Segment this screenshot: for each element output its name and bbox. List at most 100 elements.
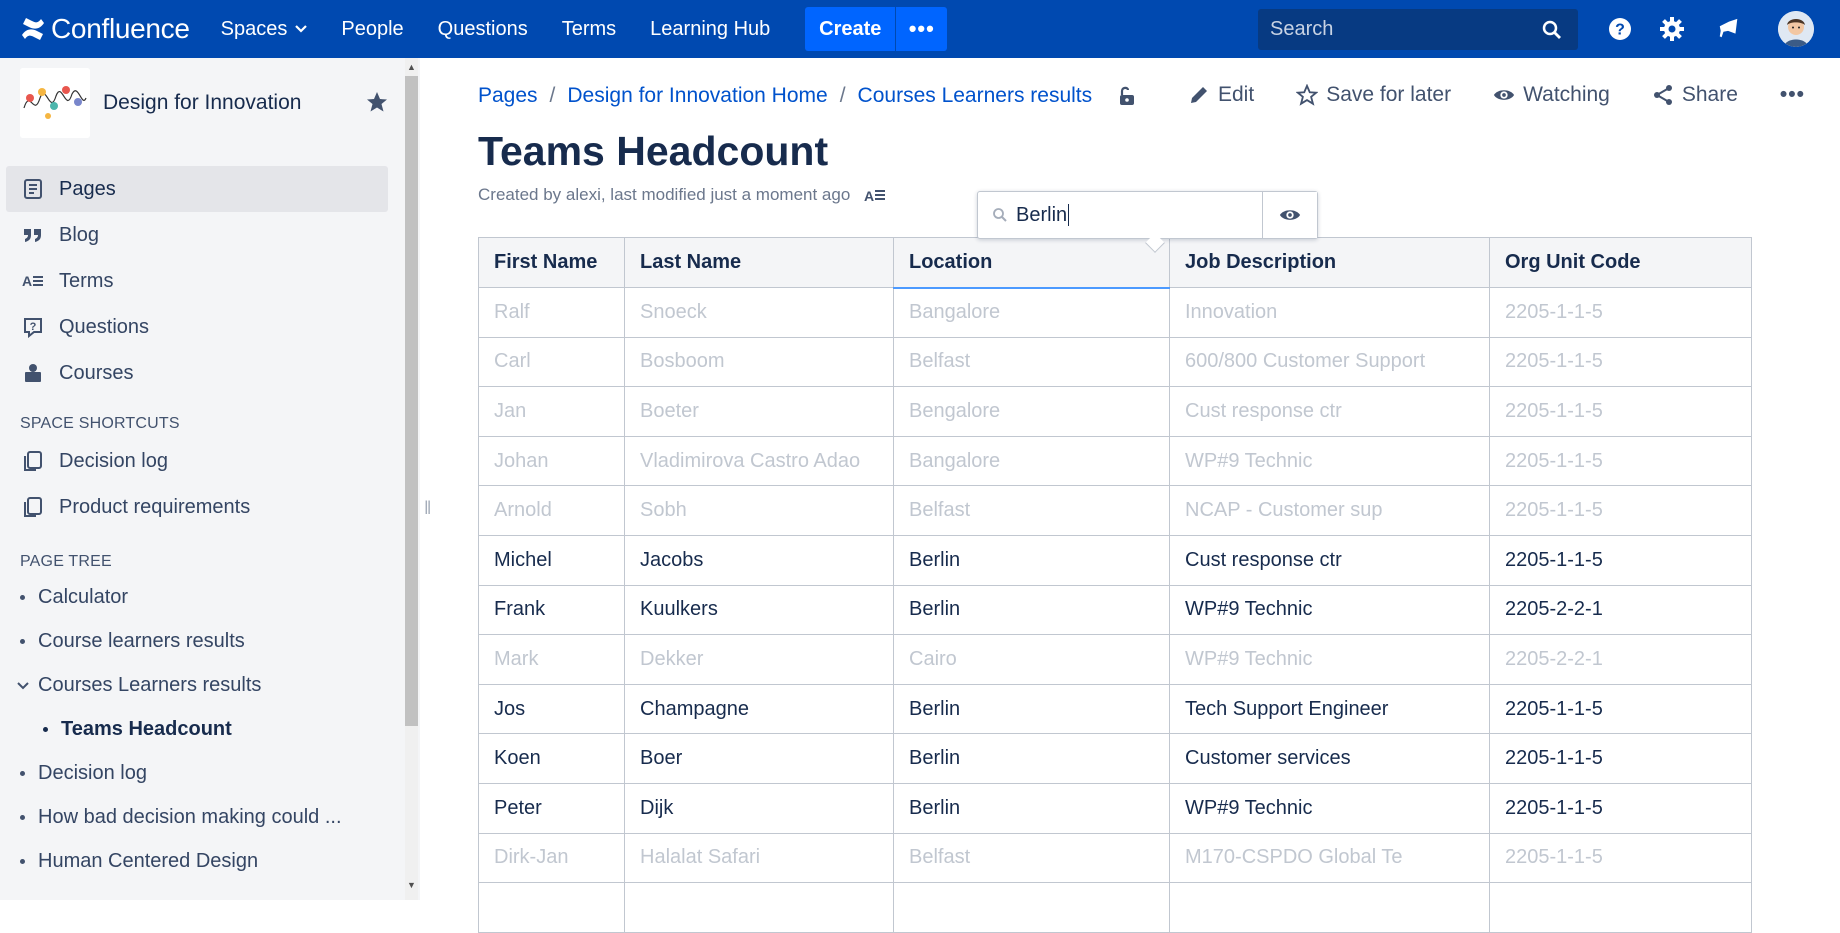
breadcrumb-space-home[interactable]: Design for Innovation Home bbox=[567, 84, 827, 108]
table-row: Michel Jacobs Berlin Cust response ctr 2205-… bbox=[478, 534, 1752, 586]
top-navigation-bar: Confluence Spaces People Questions Terms… bbox=[0, 0, 1840, 58]
cell-job-description bbox=[1169, 882, 1490, 933]
search-input[interactable]: Search bbox=[1258, 9, 1578, 50]
create-more-button[interactable]: ••• bbox=[895, 7, 948, 51]
table-row: Ralf Snoeck Bangalore Innovation 2205-1-1-5 bbox=[478, 287, 1752, 338]
tree-item-how-bad-decision[interactable]: How bad decision making could ... bbox=[20, 806, 342, 829]
nav-spaces[interactable]: Spaces bbox=[204, 0, 325, 58]
sidebar-scroll-thumb[interactable] bbox=[405, 76, 418, 726]
tree-item-decision-log[interactable]: Decision log bbox=[20, 762, 147, 785]
bullet-icon bbox=[20, 771, 25, 776]
shortcut-product-requirements[interactable]: Product requirements bbox=[6, 484, 388, 530]
logo-text: Confluence bbox=[51, 13, 190, 44]
tree-item-teams-headcount[interactable]: Teams Headcount bbox=[43, 718, 232, 741]
scroll-down-arrow-icon[interactable]: ▼ bbox=[405, 878, 418, 892]
more-actions-button[interactable]: ••• bbox=[1780, 83, 1805, 107]
cell-org-unit-code: 2205-1-1-5 bbox=[1489, 782, 1752, 834]
settings-gear-icon[interactable] bbox=[1659, 16, 1685, 42]
notifications-megaphone-icon[interactable] bbox=[1716, 16, 1742, 42]
cell-org-unit-code: 2205-1-1-5 bbox=[1489, 287, 1752, 338]
table-row: Johan Vladimirova Castro Adao Bangalore WP#… bbox=[478, 435, 1752, 487]
cell-job-description: Customer services bbox=[1169, 733, 1490, 784]
cell-location: Berlin bbox=[893, 733, 1170, 784]
nav-questions[interactable]: Questions bbox=[421, 0, 545, 58]
create-button[interactable]: Create bbox=[805, 7, 896, 51]
chevron-down-icon[interactable] bbox=[17, 681, 29, 690]
table-row: Arnold Sobh Belfast NCAP - Customer sup 2205… bbox=[478, 485, 1752, 536]
confluence-logo[interactable]: Confluence bbox=[20, 0, 190, 58]
tree-item-courses-learners-results[interactable]: Courses Learners results bbox=[17, 674, 261, 697]
star-icon[interactable] bbox=[365, 90, 389, 114]
tree-item-human-centered-design[interactable]: Human Centered Design bbox=[20, 850, 258, 873]
column-filter-popup: Berlin bbox=[977, 191, 1318, 239]
column-header-location[interactable]: Location bbox=[893, 237, 1170, 289]
tree-item-course-learners-results[interactable]: Course learners results bbox=[20, 630, 245, 653]
help-icon[interactable]: ? bbox=[1607, 16, 1633, 42]
shortcut-label: Decision log bbox=[59, 449, 168, 472]
cell-job-description: NCAP - Customer sup bbox=[1169, 485, 1490, 536]
nav-spaces-label: Spaces bbox=[220, 17, 288, 40]
cell-location: Belfast bbox=[893, 336, 1170, 388]
filter-visibility-button[interactable] bbox=[1263, 192, 1317, 238]
user-avatar[interactable] bbox=[1778, 11, 1814, 47]
cell-first-name: Jos bbox=[478, 683, 625, 735]
shortcut-decision-log[interactable]: Decision log bbox=[6, 438, 388, 484]
cell-location bbox=[893, 882, 1170, 933]
cell-last-name: Snoeck bbox=[624, 287, 894, 338]
space-header[interactable]: Design for Innovation bbox=[20, 68, 301, 138]
column-header-first-name[interactable]: First Name bbox=[478, 237, 625, 288]
nav-terms[interactable]: Terms bbox=[545, 0, 633, 58]
breadcrumb-separator: / bbox=[549, 84, 556, 107]
sidebar-item-questions[interactable]: ? Questions bbox=[6, 304, 388, 350]
sidebar-resize-handle[interactable]: ‖ bbox=[424, 498, 431, 519]
cell-org-unit-code: 2205-1-1-5 bbox=[1489, 534, 1752, 586]
cell-job-description: Cust response ctr bbox=[1169, 534, 1490, 586]
sidebar-item-pages[interactable]: Pages bbox=[6, 166, 388, 212]
watching-button[interactable]: Watching bbox=[1493, 83, 1610, 107]
save-for-later-button[interactable]: Save for later bbox=[1296, 83, 1451, 107]
sidebar-item-courses[interactable]: Courses bbox=[6, 350, 388, 396]
nav-learning-hub[interactable]: Learning Hub bbox=[633, 0, 787, 58]
share-button[interactable]: Share bbox=[1652, 83, 1738, 107]
svg-text:A: A bbox=[22, 273, 32, 289]
byline-text: Created by alexi, last modified just a m… bbox=[478, 185, 851, 204]
breadcrumb-pages[interactable]: Pages bbox=[478, 84, 538, 108]
document-copy-icon bbox=[24, 451, 42, 471]
page-title: Teams Headcount bbox=[478, 128, 829, 174]
pages-icon bbox=[24, 179, 42, 199]
watching-label: Watching bbox=[1523, 83, 1610, 106]
nav-people[interactable]: People bbox=[324, 0, 420, 58]
cell-first-name: Arnold bbox=[478, 485, 625, 536]
cell-last-name: Boeter bbox=[624, 386, 894, 437]
page-byline: Created by alexi, last modified just a m… bbox=[478, 185, 886, 205]
column-header-last-name[interactable]: Last Name bbox=[624, 237, 894, 288]
breadcrumb: Pages / Design for Innovation Home / Cou… bbox=[478, 84, 1138, 108]
unlock-icon[interactable] bbox=[1116, 85, 1138, 107]
star-outline-icon bbox=[1296, 84, 1319, 106]
cell-location: Bengalore bbox=[893, 386, 1170, 437]
sidebar-item-blog[interactable]: Blog bbox=[6, 212, 388, 258]
cell-org-unit-code: 2205-1-1-5 bbox=[1489, 683, 1752, 735]
cell-last-name: Jacobs bbox=[624, 534, 894, 586]
reading-aid-icon[interactable]: A bbox=[864, 187, 886, 203]
cell-first-name: Johan bbox=[478, 435, 625, 487]
filter-input[interactable]: Berlin bbox=[978, 192, 1263, 238]
quote-icon bbox=[24, 229, 41, 242]
space-logo bbox=[20, 68, 90, 138]
cell-first-name: Mark bbox=[478, 634, 625, 685]
edit-button[interactable]: Edit bbox=[1188, 83, 1254, 107]
tree-item-label: Teams Headcount bbox=[61, 718, 232, 740]
scroll-up-arrow-icon[interactable]: ▲ bbox=[405, 60, 418, 74]
cell-job-description: Tech Support Engineer bbox=[1169, 683, 1490, 735]
breadcrumb-parent-page[interactable]: Courses Learners results bbox=[858, 84, 1093, 108]
share-icon bbox=[1653, 85, 1672, 105]
cell-first-name: Frank bbox=[478, 584, 625, 636]
cell-org-unit-code: 2205-1-1-5 bbox=[1489, 832, 1752, 884]
cell-location: Berlin bbox=[893, 534, 1170, 586]
cell-first-name: Ralf bbox=[478, 287, 625, 338]
column-header-job-description[interactable]: Job Description bbox=[1169, 237, 1490, 288]
column-header-org-unit-code[interactable]: Org Unit Code bbox=[1489, 237, 1752, 288]
tree-item-calculator[interactable]: Calculator bbox=[20, 586, 128, 609]
cell-org-unit-code: 2205-1-1-5 bbox=[1489, 435, 1752, 487]
sidebar-item-terms[interactable]: A Terms bbox=[6, 258, 388, 304]
